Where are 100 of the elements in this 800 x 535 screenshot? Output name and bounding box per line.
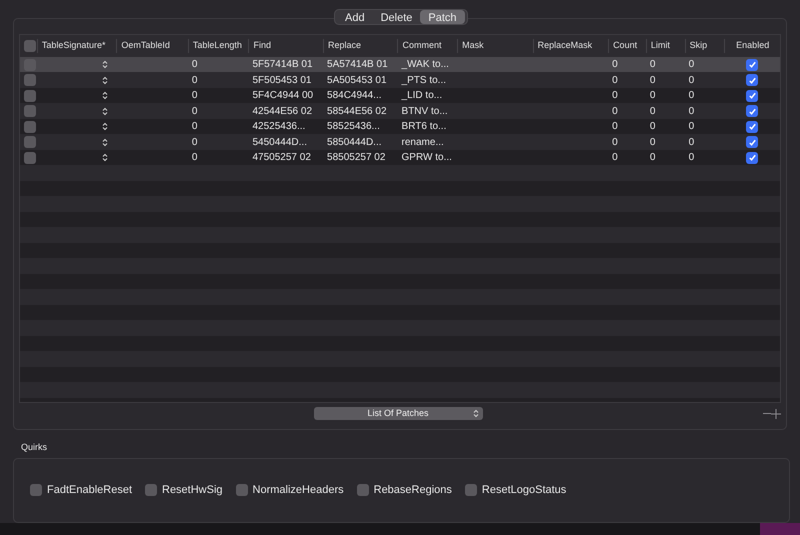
table-cell-text: 0	[611, 151, 619, 166]
table-cell-text: 0	[688, 136, 696, 150]
table-cell-text: 0	[648, 89, 656, 104]
table-cell-text: 584C4944...	[326, 89, 383, 104]
table-row[interactable]: 0 42525436... 58525436... BRT6 to... 0 0 0	[20, 118, 780, 134]
table-cell-text: 5F4C4944 00	[252, 89, 314, 104]
quirk-checkbox[interactable]	[30, 484, 42, 496]
table-cell-text: 0	[648, 104, 656, 119]
table-cell-text: 0	[688, 58, 696, 72]
table-cell-text: 0	[611, 58, 619, 72]
table-row[interactable]: 0 5F4C4944 00 584C4944... _LID to... 0 0 0	[20, 88, 780, 104]
quirk-checkbox[interactable]	[236, 484, 248, 496]
stepper-icon[interactable]	[102, 138, 108, 147]
quirk-checkbox[interactable]	[464, 484, 477, 496]
quirk-checkbox[interactable]	[145, 484, 157, 496]
table-row[interactable]: 0 47505257 02 58505257 02 GPRW to... 0 0 0	[20, 150, 780, 166]
table-cell-text: BTNV to...	[400, 104, 449, 119]
table-cell-text: 0	[648, 120, 656, 134]
table-cell-text: 5450444D...	[252, 136, 308, 150]
column-header[interactable]: OemTableId	[116, 39, 188, 53]
column-header[interactable]: Replace	[322, 39, 398, 53]
table-cell-text: 5850444D...	[326, 136, 383, 150]
section-title: Quirks	[21, 442, 48, 452]
column-header[interactable]: ReplaceMask	[532, 39, 608, 53]
table-cell-text: 0	[688, 151, 696, 166]
column-header[interactable]: TableSignature*	[36, 39, 116, 53]
table-cell-text: 0	[611, 89, 619, 104]
enabled-checkbox[interactable]	[746, 120, 758, 133]
column-header[interactable]: Mask	[457, 39, 533, 53]
table-cell-text: 58505257 02	[326, 151, 386, 166]
row-checkbox[interactable]	[24, 58, 36, 71]
checkbox-label: ResetHwSig	[162, 483, 223, 498]
row-checkbox[interactable]	[24, 152, 36, 164]
stepper-icon[interactable]	[102, 76, 108, 85]
segment-tab[interactable]: Delete	[372, 10, 420, 24]
table-cell-text: 0	[190, 120, 198, 134]
table-cell-text: 0	[688, 120, 696, 134]
table-cell-text: BRT6 to...	[400, 120, 448, 134]
enabled-checkbox[interactable]	[746, 58, 758, 71]
table-cell-text: 58544E56 02	[326, 104, 388, 119]
table-cell-text: 0	[190, 74, 198, 88]
table-cell-text: 47505257 02	[252, 151, 312, 166]
row-checkbox[interactable]	[24, 90, 36, 102]
table-cell-text: 5F505453 01	[252, 74, 312, 88]
table-cell-text: 0	[688, 104, 696, 119]
table-cell-text: 0	[611, 120, 619, 134]
table-row[interactable]: 0 5F57414B 01 5A57414B 01 _WAK to... 0 0 0	[20, 56, 780, 72]
table-cell-text: 42525436...	[252, 120, 306, 134]
segment-tab[interactable]: Add	[337, 10, 373, 24]
list-popup[interactable]: List Of Patches	[314, 407, 482, 420]
column-header[interactable]: TableLength	[188, 39, 248, 53]
table-row[interactable]: 0 5450444D... 5850444D... rename... 0 0 0	[20, 134, 780, 150]
header-checkbox[interactable]	[24, 40, 36, 52]
column-header[interactable]: Skip	[684, 39, 724, 53]
table-cell-text: 0	[688, 89, 696, 104]
table-row[interactable]: 0 5F505453 01 5A505453 01 _PTS to... 0 0 0	[20, 72, 780, 88]
row-checkbox[interactable]	[24, 120, 36, 133]
table-cell-text: 0	[190, 136, 198, 150]
table-cell-text: 5A505453 01	[326, 74, 388, 88]
stepper-icon[interactable]	[102, 153, 108, 162]
stepper-icon[interactable]	[102, 106, 108, 116]
table-cell-text: 58525436...	[326, 120, 381, 134]
checkbox-label: ResetLogoStatus	[482, 483, 566, 498]
segment-tab[interactable]: Patch	[420, 10, 465, 24]
table-cell-text: 0	[648, 151, 656, 166]
checkbox-label: FadtEnableReset	[47, 483, 132, 498]
enabled-checkbox[interactable]	[746, 105, 758, 118]
column-header[interactable]: Count	[608, 39, 646, 53]
table-cell-text: GPRW to...	[400, 151, 453, 166]
table-cell-text: 0	[611, 136, 619, 150]
column-header[interactable]: Limit	[646, 39, 685, 53]
table-cell-text: 0	[648, 74, 656, 88]
column-header[interactable]: Find	[248, 39, 323, 53]
stepper-icon[interactable]	[102, 122, 108, 132]
column-header[interactable]: Enabled	[724, 39, 780, 53]
table-cell-text: rename...	[400, 136, 445, 150]
table-cell-text: _LID to...	[400, 89, 444, 104]
add-icon[interactable]	[771, 408, 781, 419]
table-row[interactable]: 0 42544E56 02 58544E56 02 BTNV to... 0 0 0	[20, 103, 780, 119]
stepper-icon[interactable]	[102, 60, 108, 70]
row-checkbox[interactable]	[24, 74, 36, 86]
quirk-checkbox[interactable]	[356, 484, 369, 496]
enabled-checkbox[interactable]	[746, 90, 758, 102]
table-cell-text: _PTS to...	[400, 74, 447, 88]
table-cell-text: 0	[611, 74, 619, 88]
enabled-checkbox[interactable]	[746, 74, 758, 86]
table-cell-text: 0	[611, 104, 619, 119]
table-cell-text: 5A57414B 01	[326, 58, 389, 72]
row-checkbox[interactable]	[24, 105, 36, 118]
stepper-icon[interactable]	[102, 91, 108, 100]
column-header[interactable]: Comment	[397, 39, 458, 53]
table-cell-text: 0	[648, 58, 656, 72]
enabled-checkbox[interactable]	[746, 136, 758, 148]
table-cell-text: 0	[190, 151, 198, 166]
checkbox-label: RebaseRegions	[374, 483, 452, 498]
row-checkbox[interactable]	[24, 136, 36, 148]
table-cell-text: 42544E56 02	[252, 104, 314, 119]
table-cell-text: 0	[688, 74, 696, 88]
enabled-checkbox[interactable]	[746, 152, 758, 164]
table-cell-text: 0	[190, 58, 198, 72]
